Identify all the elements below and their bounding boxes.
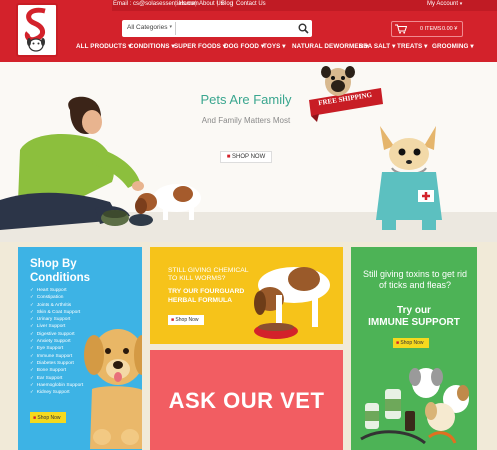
cart-small-icon: ■ — [396, 340, 400, 346]
condition-item[interactable]: Digestive Support — [30, 331, 83, 338]
cart-small-icon: ■ — [171, 317, 175, 323]
conditions-list: Heart Support Constipation Joints & Arth… — [30, 287, 83, 396]
chihuahua-vet-image — [376, 126, 442, 230]
nav-all-products[interactable]: ALL PRODUCTS ▾ — [76, 43, 132, 50]
account-chevron-icon: ▾ — [459, 1, 463, 7]
ask-vet-heading: ASK OUR VET — [168, 388, 325, 413]
condition-item[interactable]: Heart Support — [30, 287, 83, 294]
hero-banner: Pets Are Family And Family Matters Most … — [0, 62, 497, 242]
button-label: Shop Now — [37, 415, 61, 421]
condition-item[interactable]: Constipation — [30, 294, 83, 301]
cart-total: 0.00 ¥ — [442, 26, 458, 32]
category-chevron-icon: ▾ — [169, 24, 172, 30]
puppies-and-products-image — [360, 368, 469, 445]
nav-grooming[interactable]: GROOMING ▾ — [432, 43, 474, 50]
top-sep-3: | — [217, 1, 219, 7]
cart-items: 0 ITEMS — [420, 26, 442, 32]
conditions-shop-now-button[interactable]: ■ Shop Now — [30, 412, 66, 423]
nav-label: DOG FOOD — [224, 43, 260, 50]
nav-super-foods[interactable]: SUPER FOODS ▾ — [174, 43, 226, 50]
nav-treats[interactable]: TREATS ▾ — [397, 43, 427, 50]
condition-item[interactable]: Diabetes Support — [30, 360, 83, 367]
top-sep-4: | — [232, 1, 234, 7]
condition-item[interactable]: Eye Support — [30, 345, 83, 352]
button-label: Shop Now — [400, 340, 424, 346]
condition-item[interactable]: Skin & Coat Support — [30, 309, 83, 316]
nav-natural-dewormer[interactable]: NATURAL DEWORMER ▾ — [292, 43, 368, 50]
search-button[interactable] — [297, 22, 310, 35]
dewormer-line1: STILL GIVING CHEMICAL — [168, 267, 249, 274]
condition-item[interactable]: Kidney Support — [30, 389, 83, 396]
spaniel-dog-image — [129, 184, 201, 226]
condition-item[interactable]: Immune Support — [30, 353, 83, 360]
search-input[interactable] — [180, 22, 292, 35]
dewormer-shop-now-button[interactable]: ■ Shop Now — [168, 315, 204, 325]
nav-label: NATURAL DEWORMER — [292, 43, 364, 50]
immune-try-line: Try our — [397, 305, 431, 316]
condition-item[interactable]: Anxiety Support — [30, 338, 83, 345]
button-label: Shop Now — [175, 317, 199, 323]
cart-icon — [395, 24, 407, 34]
nav-conditions[interactable]: CONDITIONS ▾ — [129, 43, 175, 50]
condition-item[interactable]: Liver Support — [30, 323, 83, 330]
condition-item[interactable]: Ear Support — [30, 375, 83, 382]
top-sep-2: | — [195, 1, 197, 7]
conditions-heading-line1: Shop By — [30, 258, 77, 270]
nav-label: CONDITIONS — [129, 43, 170, 50]
dewormer-question: STILL GIVING CHEMICAL TO KILL WORMS? — [168, 267, 249, 283]
dewormer-line2: TO KILL WORMS? — [168, 275, 226, 282]
nav-toys[interactable]: TOYS ▾ — [263, 43, 286, 50]
site-header: Email : cs@solasessentials.com | Home | … — [0, 0, 497, 62]
hero-title: Pets Are Family — [200, 92, 292, 107]
nav-label: TREATS — [397, 43, 423, 50]
immune-product-line: IMMUNE SUPPORT — [368, 317, 460, 328]
herbal-dewormer-tile[interactable]: STILL GIVING CHEMICAL TO KILL WORMS? TRY… — [150, 247, 343, 344]
conditions-heading-line2: Conditions — [30, 272, 91, 284]
cart-small-icon: ■ — [33, 415, 37, 421]
search-category-value: All Categories — [127, 24, 168, 31]
top-bar: Email : cs@solasessentials.com | Home | … — [112, 0, 497, 11]
nav-label: TOYS — [263, 43, 281, 50]
nav-label: SEA SALT — [359, 43, 391, 50]
nav-label: SUPER FOODS — [174, 43, 221, 50]
hero-shop-now-button[interactable]: ■ SHOP NOW — [220, 151, 272, 163]
nav-label: ALL PRODUCTS — [76, 43, 127, 50]
top-link-contact[interactable]: Contact Us — [236, 1, 266, 7]
top-link-home[interactable]: Home — [179, 1, 195, 7]
beagle-eating-image — [254, 267, 330, 339]
condition-item[interactable]: Urinary Support — [30, 316, 83, 323]
search-category-select[interactable]: All Categories ▾ — [124, 22, 176, 35]
shop-by-conditions-tile[interactable]: Shop By Conditions Heart Support Constip… — [18, 247, 142, 450]
immune-support-tile[interactable]: Still giving toxins to get rid of ticks … — [351, 247, 477, 450]
top-link-about[interactable]: About Us — [199, 1, 224, 7]
dewormer-line3: TRY OUR FOURGUARD — [168, 288, 245, 295]
nav-dog-food[interactable]: DOG FOOD ▾ — [224, 43, 264, 50]
golden-puppy-image — [84, 329, 142, 449]
nav-label: GROOMING — [432, 43, 469, 50]
cart-button[interactable]: 0 ITEMS 0.00 ¥ — [391, 21, 463, 37]
site-logo[interactable] — [16, 3, 58, 57]
top-link-account[interactable]: My Account ▾ — [427, 1, 462, 7]
search-bar: All Categories ▾ — [122, 20, 312, 37]
condition-item[interactable]: Haemoglobin Support — [30, 382, 83, 389]
immune-shop-now-button[interactable]: ■ Shop Now — [393, 338, 429, 348]
cart-small-icon: ■ — [226, 154, 231, 160]
pug-dog-image — [321, 66, 355, 96]
condition-item[interactable]: Bone Support — [30, 367, 83, 374]
ask-our-vet-tile[interactable]: ASK OUR VET — [150, 350, 343, 450]
dewormer-offer: TRY OUR FOURGUARD HERBAL FORMULA — [168, 287, 244, 305]
condition-item[interactable]: Joints & Arthritis — [30, 302, 83, 309]
dewormer-line4: HERBAL FORMULA — [168, 297, 233, 304]
immune-question: Still giving toxins to get rid of ticks … — [362, 269, 468, 290]
account-label: My Account — [427, 1, 459, 7]
top-sep-1: | — [175, 1, 177, 7]
hero-button-label: SHOP NOW — [232, 154, 266, 160]
hero-subtitle: And Family Matters Most — [201, 116, 291, 125]
search-icon — [298, 23, 309, 34]
nav-sea-salt[interactable]: SEA SALT ▾ — [359, 43, 395, 50]
conditions-heading: Shop By Conditions — [30, 257, 90, 285]
